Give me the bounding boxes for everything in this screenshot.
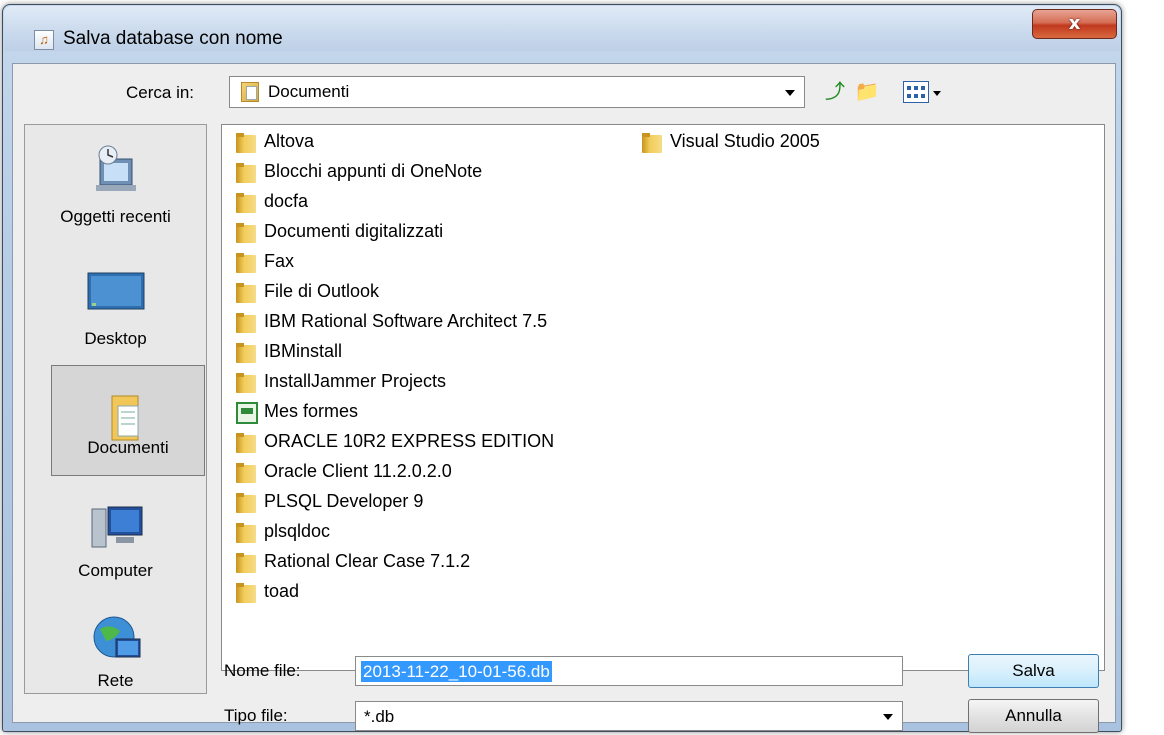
dialog-client-area: Cerca in: Documenti ⤴ 📁 Oggetti recenti …	[12, 63, 1116, 733]
folder-icon	[236, 313, 256, 333]
recent-items-icon	[95, 145, 136, 191]
folder-icon	[642, 133, 662, 153]
place-label-recent: Oggetti recenti	[60, 207, 171, 226]
place-computer[interactable]: Computer	[25, 503, 206, 613]
filename-label: Nome file:	[224, 661, 301, 680]
look-in-value: Documenti	[268, 82, 350, 101]
save-button[interactable]: Salva	[968, 654, 1099, 688]
java-app-icon: ♫	[34, 30, 54, 50]
file-name: toad	[264, 581, 300, 601]
folder-icon	[236, 193, 256, 213]
place-documents[interactable]: Documenti	[51, 365, 205, 476]
desktop-icon	[87, 272, 144, 310]
documents-icon	[111, 395, 139, 441]
file-name: Blocchi appunti di OneNote	[264, 161, 483, 181]
place-label-desktop: Desktop	[84, 329, 147, 348]
file-name: Mes formes	[264, 401, 359, 421]
filetype-value: *.db	[364, 707, 395, 726]
folder-icon	[236, 583, 256, 603]
spreadsheet-folder-icon	[236, 402, 258, 424]
file-name: InstallJammer Projects	[264, 371, 447, 391]
folder-icon	[236, 223, 256, 243]
folder-icon	[236, 433, 256, 453]
folder-icon	[236, 253, 256, 273]
file-name: IBM Rational Software Architect 7.5	[264, 311, 548, 331]
look-in-label: Cerca in:	[126, 83, 195, 102]
file-name: docfa	[264, 191, 309, 211]
file-name: Altova	[264, 131, 315, 151]
file-name: Fax	[264, 251, 295, 271]
documents-folder-icon	[241, 82, 259, 102]
view-menu-icon[interactable]	[903, 81, 929, 103]
folder-icon	[236, 493, 256, 513]
window-title: Salva database con nome	[63, 28, 283, 49]
network-icon	[93, 616, 140, 658]
folder-icon	[236, 553, 256, 573]
file-name: Oracle Client 11.2.0.2.0	[264, 461, 452, 481]
file-name: plsqldoc	[264, 521, 331, 541]
filetype-combo[interactable]: *.db	[355, 701, 903, 731]
computer-icon	[91, 506, 142, 548]
places-bar: Oggetti recenti Desktop Documenti Comput…	[24, 124, 207, 694]
folder-icon	[236, 523, 256, 543]
folder-icon	[236, 133, 256, 153]
filetype-label: Tipo file:	[224, 706, 288, 725]
file-name: File di Outlook	[264, 281, 380, 301]
folder-icon	[236, 343, 256, 363]
close-button[interactable]: x	[1032, 9, 1117, 39]
view-menu-caret-icon[interactable]	[933, 91, 941, 96]
place-network[interactable]: Rete	[25, 615, 206, 725]
place-desktop[interactable]: Desktop	[25, 267, 206, 377]
place-label-computer: Computer	[78, 561, 153, 580]
up-one-level-icon[interactable]: ⤴	[821, 79, 849, 105]
cancel-button[interactable]: Annulla	[968, 699, 1099, 733]
file-name: PLSQL Developer 9	[264, 491, 424, 511]
place-label-documents: Documenti	[87, 438, 169, 457]
filename-input[interactable]: 2013-11-22_10-01-56.db	[355, 656, 903, 686]
folder-icon	[236, 163, 256, 183]
file-name: Rational Clear Case 7.1.2	[264, 551, 471, 571]
file-list[interactable]: Altova Blocchi appunti di OneNote docfa Doc…	[221, 124, 1105, 671]
folder-icon	[236, 373, 256, 393]
place-recent-items[interactable]: Oggetti recenti	[25, 145, 206, 255]
filename-value: 2013-11-22_10-01-56.db	[361, 661, 552, 682]
chevron-down-icon[interactable]	[785, 90, 795, 96]
folder-icon	[236, 283, 256, 303]
file-name: IBMinstall	[264, 341, 343, 361]
save-dialog-window: ♫ Salva database con nome x Cerca in: Do…	[2, 4, 1122, 733]
new-folder-icon[interactable]: 📁	[853, 79, 881, 105]
file-name: Documenti digitalizzati	[264, 221, 444, 241]
file-name: ORACLE 10R2 EXPRESS EDITION	[264, 431, 555, 451]
folder-icon	[236, 463, 256, 483]
place-label-network: Rete	[97, 671, 134, 690]
file-name: Visual Studio 2005	[670, 131, 820, 151]
look-in-combo[interactable]: Documenti	[229, 76, 805, 108]
chevron-down-icon[interactable]	[883, 714, 893, 720]
